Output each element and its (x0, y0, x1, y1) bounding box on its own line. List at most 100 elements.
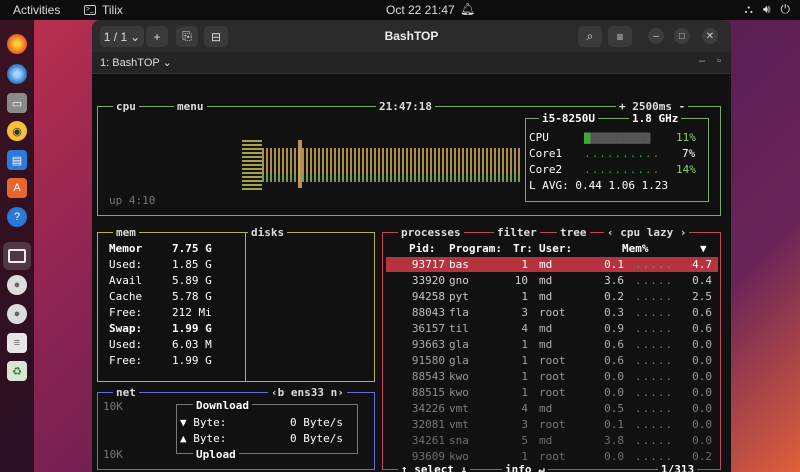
power-icon: ⏻ (780, 2, 791, 16)
proc-threads: 1 (521, 338, 528, 351)
tree-toggle[interactable]: tree (557, 226, 590, 239)
terminal-tab[interactable]: 1: BashTOP ⌄ (100, 56, 172, 69)
terminal-content[interactable]: cpu menu 21:47:18 + 2500ms - up 4:10 i5-… (92, 74, 731, 472)
disc-icon-2[interactable]: ● (7, 304, 27, 324)
swap-used-name: Used: (109, 338, 143, 351)
swap-free-name: Free: (109, 354, 143, 367)
help-icon[interactable]: ? (7, 207, 27, 227)
proc-mem-bar: ..... (635, 306, 674, 319)
proc-mem-bar: ..... (635, 402, 674, 415)
cpu-graph (242, 140, 522, 190)
mem-total-name: Memor (109, 242, 143, 255)
writer-icon[interactable]: ▤ (7, 150, 27, 170)
clock[interactable]: Oct 22 21:47 (386, 3, 455, 17)
col-cpu-sort[interactable]: ▼ (700, 242, 707, 256)
core1-bar: .......... (584, 147, 661, 160)
proc-user: md (539, 258, 553, 271)
hamburger-icon: ≡ (616, 29, 624, 44)
swap-value: 1.99 G (172, 322, 212, 335)
app-menu[interactable]: >_ Tilix (84, 3, 123, 17)
window-header: 1 / 1 ⌄ + ⎘ ⊟ BashTOP ⌕ ≡ – □ ✕ (92, 20, 731, 52)
proc-mem-bar: ..... (635, 434, 674, 447)
window-title: BashTOP (384, 29, 439, 43)
proc-program: kwo (449, 370, 469, 383)
firefox-icon[interactable] (7, 34, 27, 54)
proc-user: root (539, 386, 566, 399)
proc-mem: 0.0 (604, 386, 624, 399)
proc-threads: 1 (521, 354, 528, 367)
disc-icon[interactable]: ● (7, 275, 27, 295)
proc-mem: 0.1 (604, 258, 624, 271)
proc-threads: 1 (521, 386, 528, 399)
document-icon[interactable]: ≡ (7, 333, 27, 353)
proc-cpu: 4.7 (692, 258, 712, 271)
col-mem[interactable]: Mem% (622, 242, 649, 256)
proc-pid: 33920 (411, 274, 445, 287)
proc-pid: 94258 (411, 290, 445, 303)
col-threads[interactable]: Tr: (513, 242, 533, 256)
menu-button[interactable]: ≡ (608, 26, 632, 47)
proc-mem-bar: ..... (635, 386, 674, 399)
swap-name: Swap: (109, 322, 143, 335)
minimize-terminal-button[interactable]: – (699, 55, 705, 67)
proc-program: sna (449, 434, 469, 447)
interface-selector[interactable]: ‹b ens33 n› (268, 386, 347, 399)
filter-button[interactable]: filter (494, 226, 540, 239)
proc-pid: 91580 (411, 354, 445, 367)
info-button[interactable]: info ↵ (502, 463, 548, 472)
proc-pid: 93609 (411, 450, 445, 463)
proc-cpu: 0.6 (692, 322, 712, 335)
download-rate: 0 Byte/s (290, 416, 343, 429)
col-pid[interactable]: Pid: (409, 242, 436, 256)
proc-mem: 3.6 (604, 274, 624, 287)
proc-user: md (539, 434, 553, 447)
proc-user: md (539, 322, 553, 335)
system-tray[interactable]: ⛬ 🔊︎ ⏻ (745, 2, 790, 17)
activities-button[interactable]: Activities (13, 3, 60, 17)
tilix-icon[interactable] (3, 242, 31, 270)
proc-mem: 0.1 (604, 418, 624, 431)
proc-cpu: 0.0 (692, 402, 712, 415)
proc-user: md (539, 402, 553, 415)
core2-name: Core2 (529, 163, 563, 176)
core2-percent: 14% (676, 163, 696, 176)
top-bar: Activities >_ Tilix Oct 22 21:47 🔔︎ ⛬ 🔊︎… (0, 0, 800, 20)
thunderbird-icon[interactable] (7, 64, 27, 84)
search-button[interactable]: ⌕ (578, 26, 602, 47)
proc-threads: 1 (521, 258, 528, 271)
mem-avail-value: 5.89 G (172, 274, 212, 287)
menu-label[interactable]: menu (174, 100, 207, 113)
terminal-tab-bar: 1: BashTOP ⌄ – ▫ (92, 52, 731, 74)
mem-cache-name: Cache (109, 290, 143, 303)
maximize-terminal-button[interactable]: ▫ (717, 55, 721, 67)
proc-threads: 10 (514, 274, 528, 287)
proc-program: vmt (449, 402, 469, 415)
proc-threads: 4 (521, 402, 528, 415)
mem-used-value: 1.85 G (172, 258, 212, 271)
net-label: net (113, 386, 139, 399)
proc-user: root (539, 418, 566, 431)
rhythmbox-icon[interactable]: ◉ (7, 121, 27, 141)
proc-pid: 88515 (411, 386, 445, 399)
software-icon[interactable]: A (7, 178, 27, 198)
col-program[interactable]: Program: (449, 242, 502, 256)
maximize-button[interactable]: □ (674, 28, 690, 44)
col-user[interactable]: User: (539, 242, 572, 256)
minimize-button[interactable]: – (648, 28, 664, 44)
proc-mem: 0.6 (604, 338, 624, 351)
proc-mem: 0.2 (604, 290, 624, 303)
proc-threads: 4 (521, 322, 528, 335)
files-icon[interactable]: ▭ (7, 93, 27, 113)
proc-program: pyt (449, 290, 469, 303)
proc-pid: 32081 (411, 418, 445, 431)
mem-free-name: Free: (109, 306, 143, 319)
trash-icon[interactable]: ♻ (7, 361, 27, 381)
search-icon: ⌕ (586, 29, 594, 43)
select-control[interactable]: ↑ select ↓ (398, 463, 471, 472)
sort-selector[interactable]: ‹ cpu lazy › (604, 226, 690, 239)
bell-icon[interactable]: 🔔︎ (460, 2, 475, 16)
close-button[interactable]: ✕ (702, 28, 718, 44)
proc-pid: 88543 (411, 370, 445, 383)
proc-user: root (539, 450, 566, 463)
swap-used-value: 6.03 M (172, 338, 212, 351)
